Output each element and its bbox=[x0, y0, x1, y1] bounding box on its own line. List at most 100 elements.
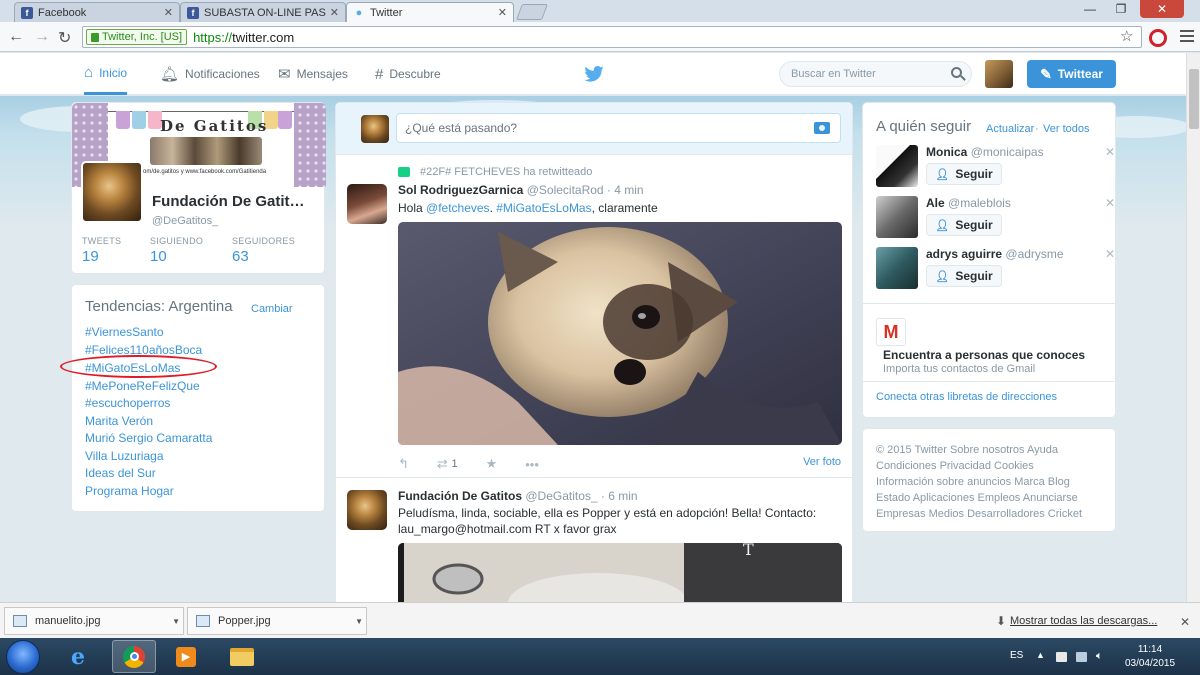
trend-item[interactable]: Programa Hogar bbox=[85, 484, 174, 498]
minimize-button[interactable]: — bbox=[1075, 0, 1105, 18]
follow-button[interactable]: 👤︎ Seguir bbox=[926, 214, 1002, 236]
follow-button[interactable]: 👤︎ Seguir bbox=[926, 163, 1002, 185]
tweet-photo[interactable] bbox=[398, 222, 842, 445]
avatar[interactable] bbox=[985, 60, 1013, 88]
close-icon[interactable]: ✕ bbox=[498, 6, 507, 19]
forward-icon[interactable]: → bbox=[34, 28, 50, 46]
volume-icon[interactable]: 🔈︎ bbox=[1096, 650, 1107, 662]
opera-extension-icon[interactable] bbox=[1149, 29, 1167, 47]
footer-links[interactable]: Información sobre anuncios Marca Blog bbox=[876, 474, 1116, 490]
nav-notifications[interactable]: 🔔︎ Notificaciones bbox=[160, 53, 260, 95]
tab-facebook[interactable]: f Facebook ✕ bbox=[14, 2, 180, 22]
new-tab-button[interactable] bbox=[516, 4, 548, 20]
retweet-context-text[interactable]: #22F# FETCHEVES ha retwitteado bbox=[420, 166, 592, 178]
more-options-icon[interactable]: ••• bbox=[525, 457, 539, 472]
stat-tweets[interactable]: TWEETS 19 bbox=[82, 236, 121, 265]
download-item[interactable]: manuelito.jpg ▼ bbox=[4, 607, 184, 635]
avatar[interactable] bbox=[347, 184, 387, 224]
page-scrollbar[interactable] bbox=[1186, 53, 1200, 602]
tweet-author-name[interactable]: Fundación De Gatitos bbox=[398, 489, 522, 503]
nav-home[interactable]: ⌂ Inicio bbox=[84, 53, 128, 95]
avatar[interactable] bbox=[347, 490, 387, 530]
dismiss-icon[interactable]: ✕ bbox=[1105, 196, 1115, 210]
search-icon[interactable] bbox=[951, 67, 962, 78]
hashtag-link[interactable]: #MiGatoEsLoMas bbox=[496, 201, 591, 215]
file-explorer-icon[interactable] bbox=[220, 640, 264, 673]
back-icon[interactable]: ← bbox=[8, 28, 24, 46]
refresh-link[interactable]: Actualizar bbox=[986, 123, 1034, 135]
show-all-downloads-link[interactable]: Mostrar todas las descargas... bbox=[1010, 615, 1157, 627]
tweet-author-name[interactable]: Sol RodriguezGarnica bbox=[398, 183, 523, 197]
tweet-button[interactable]: ✎ Twittear bbox=[1027, 60, 1116, 88]
reply-icon[interactable]: ↰ bbox=[398, 456, 409, 472]
nav-messages[interactable]: ✉ Mensajes bbox=[278, 53, 348, 95]
trend-item[interactable]: Villa Luzuriaga bbox=[85, 449, 164, 463]
profile-avatar[interactable] bbox=[81, 161, 143, 223]
window-close-button[interactable]: ✕ bbox=[1140, 0, 1184, 18]
dismiss-icon[interactable]: ✕ bbox=[1105, 145, 1115, 159]
mention-link[interactable]: @fetcheves bbox=[426, 201, 490, 215]
gmail-icon[interactable]: M bbox=[876, 318, 906, 346]
bookmark-star-icon[interactable]: ☆ bbox=[1120, 27, 1133, 45]
stat-following[interactable]: SIGUIENDO 10 bbox=[150, 236, 203, 265]
ev-certificate-badge[interactable]: Twitter, Inc. [US] bbox=[86, 29, 188, 45]
view-all-link[interactable]: Ver todos bbox=[1043, 123, 1089, 135]
nav-discover[interactable]: # Descubre bbox=[375, 53, 441, 95]
download-item[interactable]: Popper.jpg ▼ bbox=[187, 607, 367, 635]
twitter-bird-icon[interactable] bbox=[584, 66, 604, 82]
media-player-icon[interactable]: ▶ bbox=[164, 640, 208, 673]
language-indicator[interactable]: ES bbox=[1010, 650, 1023, 661]
tweet-item[interactable]: Fundación De Gatitos @DeGatitos_ · 6 min… bbox=[336, 479, 852, 611]
view-photo-link[interactable]: Ver foto bbox=[803, 456, 841, 468]
suggestion-name[interactable]: Monica @monicaipas bbox=[926, 145, 1044, 159]
footer-links[interactable]: Empresas Medios Desarrolladores Cricket bbox=[876, 506, 1116, 522]
address-bar[interactable]: Twitter, Inc. [US] https://twitter.com bbox=[82, 26, 1142, 48]
favorite-star-icon[interactable]: ★ bbox=[486, 456, 498, 472]
profile-name[interactable]: Fundación De Gatit… bbox=[152, 193, 305, 210]
tray-expand-icon[interactable]: ▲ bbox=[1036, 650, 1047, 660]
camera-icon[interactable] bbox=[814, 122, 830, 134]
trend-item[interactable]: #ViernesSanto bbox=[85, 325, 164, 339]
chrome-icon[interactable] bbox=[112, 640, 156, 673]
tweet-item[interactable]: #22F# FETCHEVES ha retwitteado Sol Rodri… bbox=[336, 156, 852, 478]
footer-links[interactable]: Estado Aplicaciones Empleos Anunciarse bbox=[876, 490, 1116, 506]
trend-item[interactable]: #escuchoperros bbox=[85, 396, 170, 410]
tab-subasta[interactable]: f SUBASTA ON-LINE PASCUA ✕ bbox=[180, 2, 346, 22]
close-icon[interactable]: ✕ bbox=[164, 6, 173, 19]
trend-item[interactable]: Ideas del Sur bbox=[85, 466, 156, 480]
network-icon[interactable] bbox=[1076, 652, 1087, 662]
chevron-down-icon[interactable]: ▼ bbox=[355, 617, 363, 626]
restore-button[interactable]: ❐ bbox=[1106, 0, 1136, 18]
footer-links[interactable]: © 2015 Twitter Sobre nosotros Ayuda bbox=[876, 442, 1116, 458]
chevron-down-icon[interactable]: ▼ bbox=[172, 617, 180, 626]
trend-item[interactable]: Murió Sergio Camaratta bbox=[85, 431, 212, 445]
trends-change-link[interactable]: Cambiar bbox=[251, 303, 293, 315]
profile-handle[interactable]: @DeGatitos_ bbox=[152, 215, 218, 227]
suggestion-name[interactable]: Ale @maleblois bbox=[926, 196, 1011, 210]
retweet-action[interactable]: ⇄ 1 bbox=[437, 456, 458, 472]
tweet-author-handle[interactable]: @SolecitaRod · 4 min bbox=[527, 183, 644, 197]
suggestion-name[interactable]: adrys aguirre @adrysme bbox=[926, 247, 1064, 261]
action-center-flag-icon[interactable] bbox=[1056, 652, 1067, 662]
dismiss-icon[interactable]: ✕ bbox=[1105, 247, 1115, 261]
reload-icon[interactable]: ↻ bbox=[58, 28, 71, 48]
avatar[interactable] bbox=[876, 145, 918, 187]
browser-menu-icon[interactable] bbox=[1180, 30, 1194, 45]
follow-button[interactable]: 👤︎ Seguir bbox=[926, 265, 1002, 287]
close-icon[interactable]: ✕ bbox=[1180, 615, 1190, 629]
stat-followers[interactable]: SEGUIDORES 63 bbox=[232, 236, 295, 265]
trend-item[interactable]: Marita Verón bbox=[85, 414, 153, 428]
trend-item[interactable]: #MePoneReFelizQue bbox=[85, 379, 200, 393]
tab-twitter[interactable]: ● Twitter ✕ bbox=[346, 2, 514, 22]
footer-links[interactable]: Condiciones Privacidad Cookies bbox=[876, 458, 1116, 474]
connect-address-books-link[interactable]: Conecta otras libretas de direcciones bbox=[876, 391, 1057, 403]
find-friends-title[interactable]: Encuentra a personas que conoces bbox=[883, 348, 1085, 362]
tweet-author-handle[interactable]: @DeGatitos_ · 6 min bbox=[525, 489, 637, 503]
close-icon[interactable]: ✕ bbox=[330, 6, 339, 19]
start-button[interactable] bbox=[6, 640, 40, 674]
compose-input[interactable]: ¿Qué está pasando? bbox=[396, 113, 841, 143]
internet-explorer-icon[interactable]: e bbox=[56, 640, 100, 673]
avatar[interactable] bbox=[876, 247, 918, 289]
system-clock[interactable]: 11:14 03/04/2015 bbox=[1120, 643, 1180, 671]
search-input[interactable]: Buscar en Twitter bbox=[779, 61, 972, 87]
